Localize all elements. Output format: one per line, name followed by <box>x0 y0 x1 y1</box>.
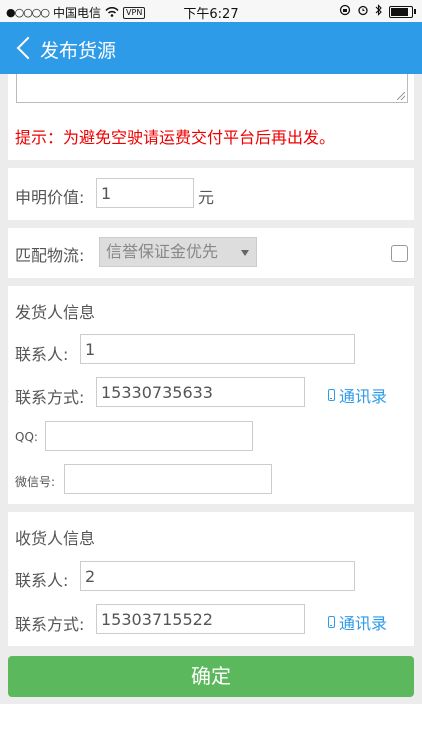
match-logistics-select[interactable]: 信誉保证金优先 <box>99 237 257 267</box>
sender-contact-input[interactable]: 1 <box>80 334 355 364</box>
sender-phone-input[interactable]: 15330735633 <box>96 377 305 407</box>
receiver-phone-input[interactable]: 15303715522 <box>96 604 305 634</box>
sender-contacts-link[interactable]: 通讯录 <box>328 383 387 407</box>
rotation-lock-icon <box>339 4 351 19</box>
match-logistics-selected: 信誉保证金优先 <box>106 242 219 261</box>
sender-panel: 发货人信息 联系人: 1 联系方式: 15330735633 通讯录 QQ: 微… <box>8 286 414 504</box>
receiver-phone-label: 联系方式: <box>15 615 85 634</box>
battery-nub <box>414 9 416 14</box>
sender-contact-label: 联系人: <box>15 345 69 364</box>
resize-handle-icon[interactable] <box>397 92 405 100</box>
receiver-contacts-link[interactable]: 通讯录 <box>328 610 387 634</box>
back-arrow-icon[interactable] <box>14 34 38 62</box>
bottom-area <box>0 704 422 750</box>
battery-icon <box>389 5 413 18</box>
alarm-icon <box>357 4 369 19</box>
receiver-contacts-label: 通讯录 <box>339 614 388 633</box>
page-title: 发布货源 <box>40 40 117 62</box>
match-logistics-panel: 匹配物流: 信誉保证金优先 <box>8 228 414 278</box>
sender-section-title: 发货人信息 <box>15 303 96 322</box>
match-logistics-checkbox[interactable] <box>391 245 408 262</box>
declared-value-label: 申明价值: <box>15 188 85 207</box>
chevron-down-icon <box>241 250 249 256</box>
bluetooth-icon <box>375 4 383 19</box>
receiver-section-title: 收货人信息 <box>15 529 96 548</box>
status-right <box>339 4 416 19</box>
declared-value-panel: 申明价值: 1 元 <box>8 168 414 220</box>
mobile-phone-icon <box>328 389 335 401</box>
sender-wechat-label: 微信号: <box>15 475 56 489</box>
receiver-contact-input[interactable]: 2 <box>80 561 355 591</box>
sender-qq-label: QQ: <box>15 430 38 444</box>
confirm-button[interactable]: 确定 <box>8 656 414 697</box>
remarks-panel: 提示：为避免空驶请运费交付平台后再出发。 <box>8 74 414 160</box>
receiver-panel: 收货人信息 联系人: 2 联系方式: 15303715522 通讯录 <box>8 512 414 646</box>
sender-contacts-label: 通讯录 <box>339 387 388 406</box>
sender-phone-label: 联系方式: <box>15 388 85 407</box>
match-logistics-label: 匹配物流: <box>15 246 85 265</box>
currency-unit: 元 <box>198 188 215 207</box>
status-bar: ●○○○○ 中国电信 VPN 下午6:27 <box>0 0 422 22</box>
mobile-phone-icon <box>328 616 335 628</box>
remarks-textarea[interactable] <box>16 74 408 103</box>
sender-qq-input[interactable] <box>45 421 253 451</box>
declared-value-input[interactable]: 1 <box>96 178 194 208</box>
nav-bar: 发布货源 <box>0 22 422 74</box>
tip-text: 提示：为避免空驶请运费交付平台后再出发。 <box>15 128 336 147</box>
sender-wechat-input[interactable] <box>64 464 272 494</box>
receiver-contact-label: 联系人: <box>15 571 69 590</box>
